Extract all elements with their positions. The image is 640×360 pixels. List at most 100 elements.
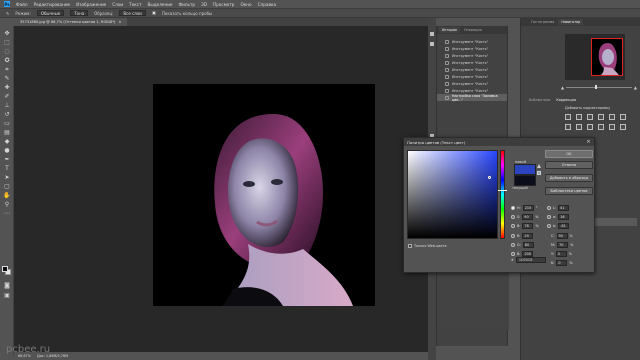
current-color-swatch[interactable]: [514, 175, 536, 186]
menu-edit[interactable]: Редактирование: [34, 2, 71, 7]
color-field-marker[interactable]: [488, 176, 491, 179]
menu-file[interactable]: Файл: [16, 2, 28, 7]
tab-libraries[interactable]: Библиотеки: [529, 98, 550, 102]
path-select-tool-icon[interactable]: ➤: [3, 174, 11, 181]
healing-tool-icon[interactable]: ✚: [3, 84, 11, 91]
magenta-field[interactable]: 70: [557, 241, 569, 248]
brush-tool-icon[interactable]: ✐: [3, 93, 11, 100]
red-radio[interactable]: [511, 233, 515, 238]
color-balance-icon[interactable]: [565, 124, 571, 130]
hue-slider[interactable]: [500, 150, 505, 239]
brightness-icon[interactable]: [565, 114, 571, 120]
hue-slider-knob[interactable]: [498, 190, 507, 191]
hex-field[interactable]: 1D50C8: [515, 256, 546, 263]
exposure-icon[interactable]: [598, 114, 604, 120]
color-field[interactable]: [407, 150, 498, 239]
history-item[interactable]: Инструмент "Кисть": [437, 38, 507, 45]
document-tab[interactable]: 35731880.jpg @ 66,7% (Оттенки цветов 1, …: [14, 18, 128, 26]
menu-type[interactable]: Текст: [129, 2, 141, 7]
navigator-thumbnail[interactable]: [591, 38, 623, 76]
gamut-warning-icon[interactable]: [537, 164, 541, 168]
green-field[interactable]: 80: [522, 241, 534, 248]
document-image[interactable]: [153, 84, 375, 306]
menu-select[interactable]: Выделение: [148, 2, 173, 7]
history-item[interactable]: Инструмент "Кисть": [437, 73, 507, 80]
history-panel-icon[interactable]: [430, 32, 434, 36]
green-radio[interactable]: [511, 242, 515, 247]
zoom-slider[interactable]: [566, 84, 632, 89]
eyedropper-icon[interactable]: ✎: [6, 11, 9, 16]
history-brush-tool-icon[interactable]: ↺: [3, 111, 11, 118]
menu-help[interactable]: Справка: [258, 2, 276, 7]
history-item[interactable]: Инструмент "Кисть": [437, 66, 507, 73]
lab-l-field[interactable]: 41: [558, 204, 570, 211]
menu-window[interactable]: Окно: [240, 2, 251, 7]
quick-select-tool-icon[interactable]: ✪: [3, 57, 11, 64]
curves-icon[interactable]: [587, 114, 593, 120]
quick-mask-icon[interactable]: ◙: [3, 282, 11, 289]
color-picker-titlebar[interactable]: Палитра цветов (Текст цвет) ×: [404, 138, 594, 146]
brightness-radio[interactable]: [511, 223, 515, 228]
hue-field[interactable]: 215: [522, 204, 534, 211]
menu-image[interactable]: Изображение: [76, 2, 106, 7]
history-item[interactable]: Инструмент "Кисть": [437, 52, 507, 59]
lab-b-radio[interactable]: [547, 223, 551, 228]
dodge-tool-icon[interactable]: ●: [3, 147, 11, 154]
vibrance-icon[interactable]: [609, 114, 615, 120]
black-field[interactable]: 0: [556, 259, 568, 266]
mode-select[interactable]: Обычные: [36, 10, 65, 16]
black-white-icon[interactable]: [576, 124, 582, 130]
history-item-selected[interactable]: Настройка слоя "Заливка цве...": [437, 94, 507, 102]
lab-a-radio[interactable]: [547, 214, 551, 219]
history-item[interactable]: Инструмент "Кисть": [437, 59, 507, 66]
shape-tool-icon[interactable]: ▢: [3, 183, 11, 190]
crop-tool-icon[interactable]: ⌗: [3, 66, 11, 73]
type-tool-icon[interactable]: T: [3, 165, 11, 172]
menu-filter[interactable]: Фильтр: [179, 2, 196, 7]
lab-l-radio[interactable]: [547, 205, 551, 210]
lab-a-field[interactable]: 16: [558, 213, 570, 220]
zoom-slider-knob[interactable]: [595, 84, 598, 89]
menu-view[interactable]: Просмотр: [213, 2, 235, 7]
hue-sat-icon[interactable]: [620, 114, 626, 120]
tab-adjustments[interactable]: Коррекция: [556, 98, 575, 102]
navigator-preview[interactable]: [565, 34, 625, 80]
marquee-tool-icon[interactable]: ⬚: [3, 39, 11, 46]
zoom-tool-icon[interactable]: ⚲: [3, 201, 11, 208]
actions-panel-icon[interactable]: [430, 42, 434, 46]
web-safe-cube-icon[interactable]: [537, 171, 541, 175]
close-icon[interactable]: ×: [586, 139, 591, 145]
close-icon[interactable]: ×: [118, 20, 121, 24]
brightness-field[interactable]: 78: [522, 222, 534, 229]
hand-tool-icon[interactable]: ✋: [3, 192, 11, 199]
cyan-field[interactable]: 90: [556, 232, 568, 239]
saturation-field[interactable]: 90: [522, 213, 534, 220]
screen-mode-icon[interactable]: ▣: [3, 292, 11, 299]
zoom-out-icon[interactable]: ▲: [561, 85, 564, 90]
photo-filter-icon[interactable]: [587, 124, 593, 130]
move-tool-icon[interactable]: ✥: [3, 30, 11, 37]
add-to-swatches-button[interactable]: Добавить в образцы: [545, 174, 593, 182]
history-item[interactable]: Инструмент "Кисть": [437, 45, 507, 52]
cancel-button[interactable]: Отмена: [545, 161, 593, 169]
menu-layers[interactable]: Слои: [112, 2, 123, 7]
sample-select[interactable]: Все слои: [119, 10, 146, 16]
foreground-color-swatch[interactable]: [2, 266, 8, 272]
history-item[interactable]: Инструмент "Кисть": [437, 80, 507, 87]
gradient-tool-icon[interactable]: ▤: [3, 129, 11, 136]
menu-3d[interactable]: 3D: [201, 2, 207, 7]
web-only-option[interactable]: Только Web-цвета: [408, 244, 447, 248]
hue-radio[interactable]: [511, 205, 515, 210]
invert-icon[interactable]: [620, 124, 626, 130]
stamp-tool-icon[interactable]: ⊥: [3, 102, 11, 109]
web-only-checkbox[interactable]: [408, 244, 412, 248]
lasso-tool-icon[interactable]: ◌: [3, 48, 11, 55]
ok-button[interactable]: OK: [545, 150, 593, 158]
tab-navigator[interactable]: Навигатор: [558, 19, 584, 25]
lab-b-field[interactable]: -61: [558, 222, 570, 229]
red-field[interactable]: 29: [522, 232, 534, 239]
tab-actions[interactable]: Операции: [464, 28, 482, 32]
blur-tool-icon[interactable]: ◆: [3, 138, 11, 145]
eraser-tool-icon[interactable]: ▭: [3, 120, 11, 127]
color-lookup-icon[interactable]: [609, 124, 615, 130]
